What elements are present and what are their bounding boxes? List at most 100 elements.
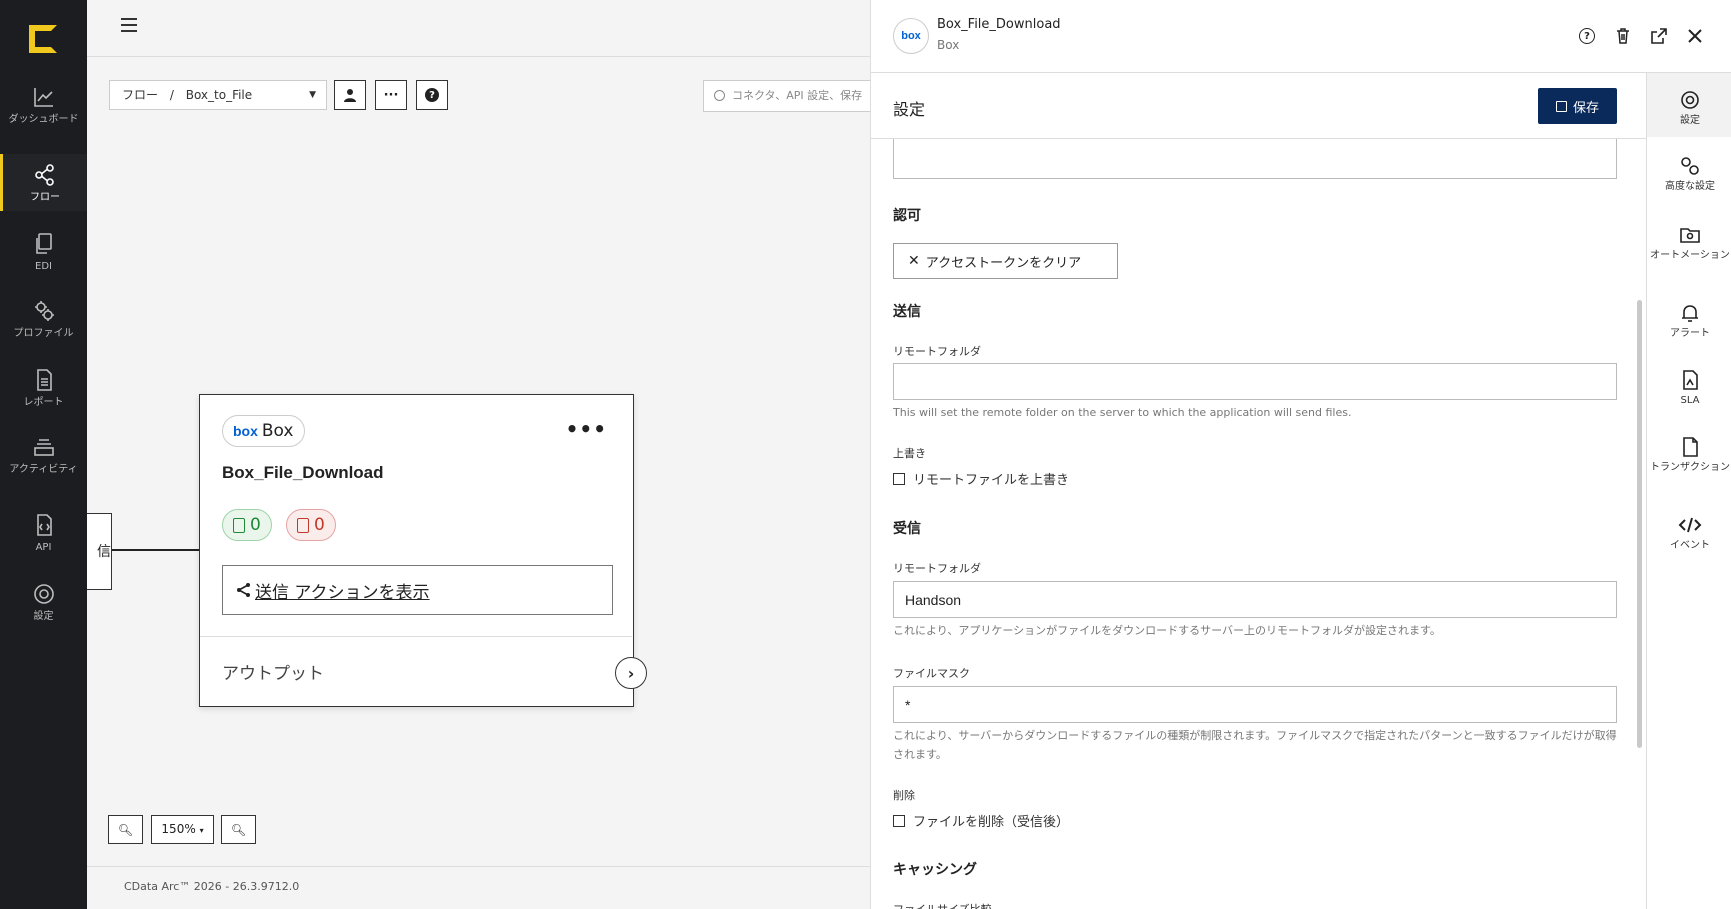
rail-label: SLA <box>1680 395 1700 406</box>
rail-item-advanced[interactable]: 高度な設定 <box>1647 155 1731 193</box>
canvas-topbar <box>87 0 870 57</box>
gear-icon <box>1681 91 1699 109</box>
rail-item-automation[interactable]: オートメーション <box>1647 224 1731 262</box>
send-section-title: 送信 <box>893 304 921 320</box>
nav-label: アクティビティ <box>9 464 78 475</box>
nav-label: プロファイル <box>13 328 74 339</box>
settings-title: 設定 <box>893 100 926 119</box>
chevron-down-icon: ▾ <box>199 826 204 835</box>
save-label: 保存 <box>1572 100 1599 116</box>
rail-item-events[interactable]: イベント <box>1647 514 1731 552</box>
zoom-in-button[interactable]: 🔍︎ <box>108 815 143 844</box>
error-count: 0 <box>314 515 325 535</box>
question-circle-icon: ? <box>425 88 439 102</box>
rail-label: オートメーション <box>1650 250 1730 261</box>
nav-item-report[interactable]: レポート <box>0 367 87 409</box>
help-icon[interactable]: ? <box>1577 26 1597 46</box>
output-chevron-right-icon[interactable]: › <box>615 657 647 689</box>
file-size-compare-label: ファイルサイズ比較 <box>893 901 992 909</box>
connector-search-input[interactable]: コネクタ、API 設定、保存 <box>703 80 870 112</box>
overwrite-checkbox-label: リモートファイルを上書き <box>913 473 1070 488</box>
nav-item-dashboard[interactable]: ダッシュボード <box>0 84 87 126</box>
chart-line-icon <box>33 88 53 107</box>
nav-item-flow[interactable]: フロー <box>0 154 87 211</box>
send-remote-folder-help: This will set the remote folder on the s… <box>893 406 1352 419</box>
connector-type-pill: box Box <box>222 415 305 447</box>
output-label: アウトプット <box>222 664 324 684</box>
folder-gear-icon <box>1680 228 1700 243</box>
cdata-logo[interactable] <box>29 25 57 53</box>
file-mask-input[interactable] <box>893 686 1617 723</box>
floppy-disk-icon <box>1555 100 1567 112</box>
footer-version: CData Arc™ 2026 - 26.3.9712.0 <box>124 880 300 893</box>
api-file-icon <box>36 514 52 536</box>
card-divider <box>200 636 632 637</box>
breadcrumb-root[interactable]: フロー <box>122 88 158 102</box>
nav-label: API <box>35 542 52 553</box>
flow-breadcrumb-select[interactable]: フロー / Box_to_File ▼ <box>109 80 327 110</box>
more-button[interactable]: ··· <box>375 80 407 110</box>
nav-item-profile[interactable]: プロファイル <box>0 298 87 340</box>
connector-type-label: Box <box>261 421 294 441</box>
hamburger-menu-icon[interactable] <box>121 18 137 32</box>
error-count-badge[interactable]: 0 <box>286 509 336 541</box>
save-button[interactable]: 保存 <box>1538 88 1617 124</box>
send-remote-folder-label: リモートフォルダ <box>893 345 981 358</box>
breadcrumb-separator: / <box>169 88 174 102</box>
zoom-level-select[interactable]: 150% ▾ <box>151 815 214 844</box>
nav-item-settings[interactable]: 設定 <box>0 581 87 623</box>
clear-access-token-button[interactable]: ✕ アクセストークンをクリア <box>893 243 1118 279</box>
nav-item-api[interactable]: API <box>0 512 87 554</box>
recv-remote-folder-label: リモートフォルダ <box>893 562 981 575</box>
nav-label: ダッシュボード <box>8 114 79 125</box>
avatar-logo: box <box>901 30 921 42</box>
user-button[interactable] <box>334 80 366 110</box>
rail-label: イベント <box>1670 540 1710 551</box>
rail-item-settings[interactable]: 設定 <box>1647 73 1731 137</box>
previous-connector-node[interactable]: 信 <box>87 513 112 590</box>
checkbox-box[interactable] <box>893 472 905 485</box>
share-nodes-icon <box>237 583 250 597</box>
show-send-action-button[interactable]: 送信 アクションを表示 <box>222 565 613 615</box>
file-error-icon <box>297 517 309 533</box>
rail-item-alerts[interactable]: アラート <box>1647 302 1731 340</box>
rail-item-sla[interactable]: SLA <box>1647 369 1731 407</box>
success-count-badge[interactable]: 0 <box>222 509 272 541</box>
connector-settings-panel: box Box_File_Download Box ? 設定 保存 認可 ✕ ア… <box>870 0 1731 909</box>
box-avatar-icon: box <box>893 18 929 54</box>
trash-icon[interactable] <box>1613 26 1633 46</box>
send-remote-folder-input[interactable] <box>893 363 1617 400</box>
ellipsis-icon: ··· <box>383 87 399 103</box>
connector-card[interactable]: box Box ••• Box_File_Download 0 0 送信 アクシ… <box>199 394 634 707</box>
recv-remote-folder-help: これにより、アプリケーションがファイルをダウンロードするサーバー上のリモートフォ… <box>893 624 1441 637</box>
chevron-down-icon: ▼ <box>309 90 316 100</box>
recv-remote-folder-input[interactable] <box>893 581 1617 618</box>
bell-icon <box>1682 305 1698 322</box>
nav-label: 設定 <box>33 611 54 622</box>
sla-file-icon <box>1683 370 1698 390</box>
file-mask-label: ファイルマスク <box>893 667 970 680</box>
description-textarea[interactable] <box>893 139 1617 179</box>
nav-item-activity[interactable]: アクティビティ <box>0 434 87 476</box>
zoom-out-button[interactable]: 🔍︎ <box>221 815 256 844</box>
overwrite-checkbox[interactable]: リモートファイルを上書き <box>893 469 1069 488</box>
flow-connector-line <box>112 549 200 551</box>
show-send-action-label: 送信 アクションを表示 <box>255 582 430 603</box>
panel-scrollbar[interactable] <box>1637 300 1642 748</box>
external-link-icon[interactable] <box>1649 26 1669 46</box>
previous-node-label: 信 <box>97 544 111 560</box>
nav-label: EDI <box>35 261 52 272</box>
nav-item-edi[interactable]: EDI <box>0 231 87 273</box>
card-more-icon[interactable]: ••• <box>566 417 607 441</box>
rail-label: 高度な設定 <box>1665 181 1715 192</box>
delete-checkbox[interactable]: ファイルを削除（受信後） <box>893 811 1069 830</box>
close-icon[interactable] <box>1685 26 1705 46</box>
checkbox-box[interactable] <box>893 814 905 827</box>
settings-header: 設定 保存 <box>871 73 1646 139</box>
success-count: 0 <box>250 515 261 535</box>
breadcrumb-current: Box_to_File <box>185 88 253 102</box>
help-button[interactable]: ? <box>416 80 448 110</box>
panel-header: box Box_File_Download Box ? <box>871 0 1731 73</box>
layers-icon <box>33 439 54 456</box>
rail-item-transactions[interactable]: トランザクション <box>1647 436 1731 474</box>
